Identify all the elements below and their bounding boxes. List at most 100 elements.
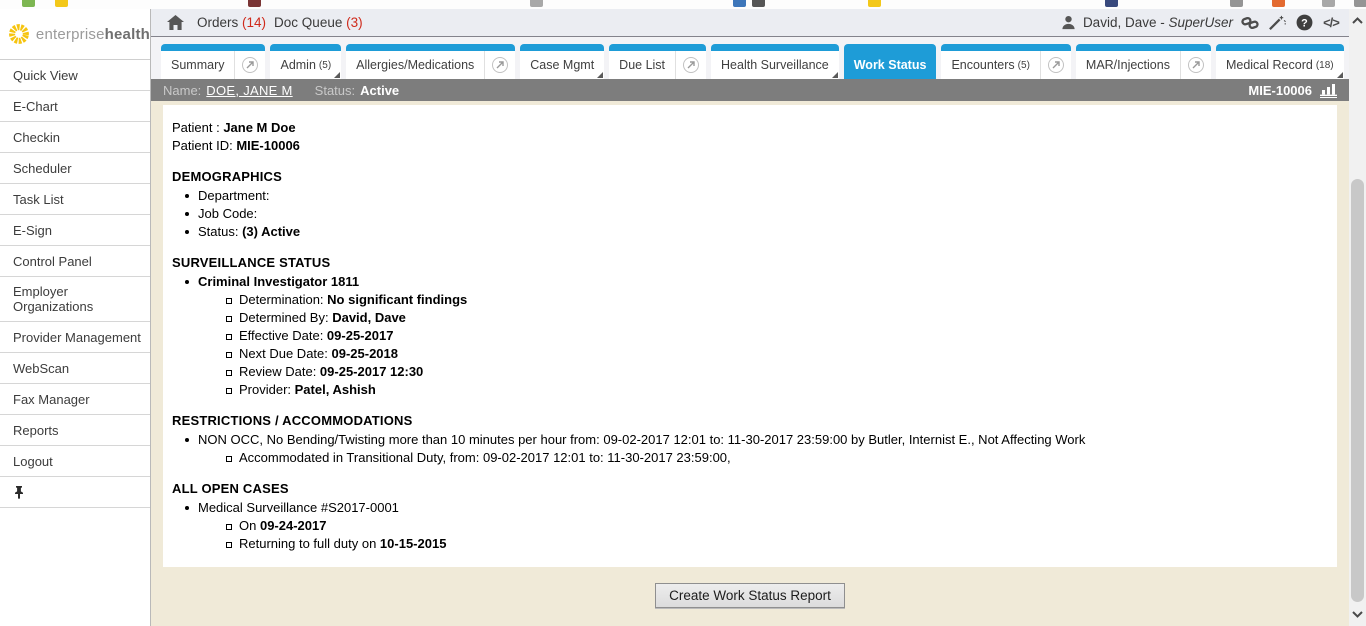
wizard-button[interactable] <box>1267 13 1287 33</box>
tab-dropdown-corner-icon <box>597 72 603 78</box>
patient-header-bar: Name: DOE, JANE M Status: Active MIE-100… <box>151 79 1349 101</box>
tab-dropdown-corner-icon <box>334 72 340 78</box>
favicon-fragment <box>1354 0 1366 7</box>
report-line: Department: <box>172 187 1327 205</box>
tab-popout-button[interactable] <box>675 51 706 79</box>
scroll-down-button[interactable] <box>1349 606 1366 623</box>
section-list: Medical Surveillance #S2017-0001On 09-24… <box>172 499 1327 553</box>
tab-dropdown-corner-icon <box>1337 72 1343 78</box>
report-line: Returning to full duty on 10-15-2015 <box>198 535 1327 553</box>
section-list: Criminal Investigator 1811Determination:… <box>172 273 1327 399</box>
tab-health-surveillance[interactable]: Health Surveillance <box>711 44 839 79</box>
patient-line: Patient : Jane M Doe <box>172 119 1327 137</box>
tabs: Summary Admin(5)Allergies/Medications Case… <box>161 44 1366 79</box>
help-button[interactable]: ? <box>1294 13 1314 33</box>
tab-label: Health Surveillance <box>711 51 839 79</box>
sidebar-menu: Quick ViewE-ChartCheckinSchedulerTask Li… <box>0 60 150 477</box>
patient-id-value: MIE-10006 <box>236 138 300 153</box>
tab-label: Summary <box>161 51 234 79</box>
home-button[interactable] <box>165 13 185 33</box>
line-text: Accommodated in Transitional Duty, from:… <box>239 450 731 465</box>
sub-list: On 09-24-2017Returning to full duty on 1… <box>198 517 1327 553</box>
sidebar-item-checkin[interactable]: Checkin <box>0 122 150 153</box>
report-line: Effective Date: 09-25-2017 <box>198 327 1327 345</box>
line-text: Provider: <box>239 382 295 397</box>
scroll-up-button[interactable] <box>1349 12 1366 29</box>
tab-work-status[interactable]: Work Status <box>844 44 937 79</box>
section-title-all-open-cases: ALL OPEN CASES <box>172 480 1327 498</box>
favicon-fragment <box>248 0 261 7</box>
link-icon <box>1241 15 1259 31</box>
report-line: Provider: Patel, Ashish <box>198 381 1327 399</box>
tab-mar-injections[interactable]: MAR/Injections <box>1076 44 1211 79</box>
report-line: Review Date: 09-25-2017 12:30 <box>198 363 1327 381</box>
sidebar-item-e-sign[interactable]: E-Sign <box>0 215 150 246</box>
line-text: Effective Date: <box>239 328 327 343</box>
patient-id: MIE-10006 <box>1248 83 1312 98</box>
line-value: 09-25-2017 12:30 <box>320 364 423 379</box>
sidebar-item-e-chart[interactable]: E-Chart <box>0 91 150 122</box>
patient-status-label: Status: <box>315 83 355 98</box>
share-link-button[interactable] <box>1240 13 1260 33</box>
tab-popout-button[interactable] <box>1040 51 1071 79</box>
report-line: Determination: No significant findings <box>198 291 1327 309</box>
brand-text: enterprisehealth <box>36 26 150 43</box>
patient-name-label: Name: <box>163 83 201 98</box>
chevron-up-icon <box>1352 17 1363 24</box>
orders-count: (14) <box>242 15 266 30</box>
scrollbar-thumb[interactable] <box>1351 179 1364 602</box>
sidebar-item-task-list[interactable]: Task List <box>0 184 150 215</box>
sidebar-item-employer-organizations[interactable]: Employer Organizations <box>0 277 150 322</box>
favicon-fragment <box>733 0 746 7</box>
report-line: On 09-24-2017 <box>198 517 1327 535</box>
line-value: David, Dave <box>332 310 406 325</box>
sidebar-item-reports[interactable]: Reports <box>0 415 150 446</box>
app-window: enterprisehealth Quick ViewE-ChartChecki… <box>0 0 1366 626</box>
code-icon[interactable]: </> <box>1321 13 1341 33</box>
report-line: NON OCC, No Bending/Twisting more than 1… <box>172 431 1327 467</box>
tab-label: Allergies/Medications <box>346 51 484 79</box>
report-line: Accommodated in Transitional Duty, from:… <box>198 449 1327 467</box>
sidebar-item-quick-view[interactable]: Quick View <box>0 60 150 91</box>
user-name[interactable]: David, Dave - SuperUser <box>1083 15 1233 30</box>
vertical-scrollbar[interactable] <box>1349 9 1366 626</box>
popout-arrow-icon <box>1051 60 1061 70</box>
sidebar-item-provider-management[interactable]: Provider Management <box>0 322 150 353</box>
sidebar-item-scheduler[interactable]: Scheduler <box>0 153 150 184</box>
sidebar-item-logout[interactable]: Logout <box>0 446 150 477</box>
tab-popout-button[interactable] <box>1180 51 1211 79</box>
favicon-fragment <box>22 0 35 7</box>
tab-encounters[interactable]: Encounters(5) <box>941 44 1070 79</box>
sidebar-item-fax-manager[interactable]: Fax Manager <box>0 384 150 415</box>
tab-case-mgmt[interactable]: Case Mgmt <box>520 44 604 79</box>
chevron-down-icon <box>1352 611 1363 618</box>
chart-stats-button[interactable] <box>1320 83 1337 98</box>
svg-text:?: ? <box>1301 17 1308 29</box>
line-value: 09-24-2017 <box>260 518 327 533</box>
top-navigation-bar: Orders (14) Doc Queue (3) David, Dave - … <box>151 9 1349 37</box>
patient-name-link[interactable]: DOE, JANE M <box>206 83 292 98</box>
bar-chart-icon <box>1320 83 1337 96</box>
nav-orders[interactable]: Orders (14) <box>197 15 266 30</box>
line-value: No significant findings <box>327 292 467 307</box>
tab-due-list[interactable]: Due List <box>609 44 706 79</box>
enterprise-health-logo[interactable]: enterprisehealth <box>0 9 150 60</box>
browser-favicon-strip <box>0 0 1366 9</box>
line-value: Patel, Ashish <box>295 382 376 397</box>
tab-popout-button[interactable] <box>484 51 515 79</box>
tab-count: (18) <box>1316 60 1334 71</box>
tab-summary[interactable]: Summary <box>161 44 265 79</box>
tab-admin[interactable]: Admin(5) <box>270 44 341 79</box>
tab-allergies-medications[interactable]: Allergies/Medications <box>346 44 515 79</box>
nav-doc-queue[interactable]: Doc Queue (3) <box>274 15 363 30</box>
line-value: 09-25-2017 <box>327 328 394 343</box>
tab-popout-button[interactable] <box>234 51 265 79</box>
sidebar-item-webscan[interactable]: WebScan <box>0 353 150 384</box>
create-work-status-report-button[interactable]: Create Work Status Report <box>655 583 845 608</box>
sidebar-pin-button[interactable] <box>0 477 150 508</box>
tab-medical-record[interactable]: Medical Record(18) <box>1216 44 1344 79</box>
line-text: On <box>239 518 260 533</box>
patient-name-value: Jane M Doe <box>223 120 295 135</box>
sidebar-item-control-panel[interactable]: Control Panel <box>0 246 150 277</box>
tab-dropdown-corner-icon <box>832 72 838 78</box>
